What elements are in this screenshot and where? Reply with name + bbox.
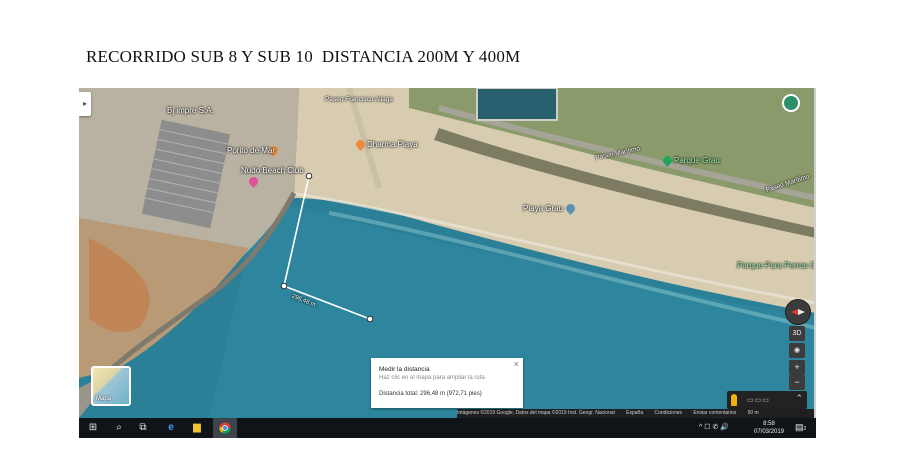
search-icon[interactable]: ⌕: [113, 422, 125, 434]
zoom-out-button[interactable]: −: [789, 375, 805, 390]
clock-time: 8:58: [763, 421, 775, 427]
side-panel-toggle[interactable]: ▸: [79, 92, 91, 116]
pegman-icon[interactable]: [731, 394, 737, 406]
map-layer-toggle[interactable]: Mapa: [91, 366, 131, 406]
measure-total: Distancia total: 296,48 m (972,71 pies): [379, 391, 482, 397]
street-label: Paseo Francisco Aliaga: [325, 96, 393, 103]
taskbar-clock[interactable]: 8:58 07/03/2019: [749, 420, 789, 436]
attribution-text: Imágenes ©2019 Google, Datos del mapa ©2…: [457, 410, 615, 416]
map-label[interactable]: Porito de Mar: [227, 146, 275, 155]
screenshot: ▸ Bj impre S.A. Paseo Francisco Aliaga P…: [79, 88, 816, 438]
street-view-bar: ▭▭▭ ⌃: [727, 391, 807, 409]
map-attribution: Imágenes ©2019 Google, Datos del mapa ©2…: [457, 409, 816, 418]
map-label[interactable]: Bj impre S.A.: [167, 106, 214, 115]
notifications-icon[interactable]: ▤2: [795, 422, 807, 434]
document-title: RECORRIDO SUB 8 Y SUB 10 DISTANCIA 200M …: [86, 47, 521, 66]
scrollbar[interactable]: [814, 88, 816, 418]
zoom-in-button[interactable]: +: [789, 360, 805, 375]
notification-count: 2: [803, 426, 807, 432]
expand-button[interactable]: ⌃: [795, 393, 803, 404]
clock-date: 07/03/2019: [753, 429, 785, 435]
close-icon[interactable]: ×: [514, 359, 519, 369]
3d-button[interactable]: 3D: [789, 326, 805, 341]
map-label[interactable]: Parque Para Perros C: [737, 261, 816, 270]
task-view-icon[interactable]: ⧉: [137, 422, 149, 434]
map-label[interactable]: Parque Grau: [674, 156, 720, 165]
measure-distance-card: × Medir la distancia Haz clic en el mapa…: [371, 358, 523, 408]
locate-button[interactable]: ◉: [789, 343, 805, 358]
map-label[interactable]: Playa Grau: [523, 204, 563, 213]
edge-icon[interactable]: e: [165, 422, 177, 434]
chrome-icon[interactable]: [219, 422, 231, 434]
system-tray[interactable]: ^ ☐ ✆ 🔊: [699, 423, 729, 431]
scale-label[interactable]: 50 m: [748, 410, 759, 416]
measure-title: Medir la distancia: [379, 366, 430, 373]
account-avatar[interactable]: [782, 94, 800, 112]
map-label[interactable]: Nudo Beach Club: [241, 166, 304, 175]
measure-hint: Haz clic en el mapa para ampliar la ruta: [379, 375, 485, 381]
terms-link[interactable]: Condiciones: [655, 410, 683, 416]
imagery-thumbnails[interactable]: ▭▭▭: [747, 396, 770, 404]
windows-taskbar: ⊞ ⌕ ⧉ e ▆ ^ ☐ ✆ 🔊 8:58 07/03/2019 ▤2: [79, 418, 816, 438]
file-explorer-icon[interactable]: ▆: [191, 422, 203, 434]
compass-icon[interactable]: [785, 299, 811, 325]
attribution-country[interactable]: España: [626, 410, 643, 416]
windows-start-icon[interactable]: ⊞: [87, 422, 99, 434]
feedback-link[interactable]: Enviar comentarios: [693, 410, 736, 416]
layer-label: Mapa: [96, 396, 112, 402]
satellite-map[interactable]: ▸ Bj impre S.A. Paseo Francisco Aliaga P…: [79, 88, 816, 418]
map-label[interactable]: Dharma Playa: [367, 140, 418, 149]
